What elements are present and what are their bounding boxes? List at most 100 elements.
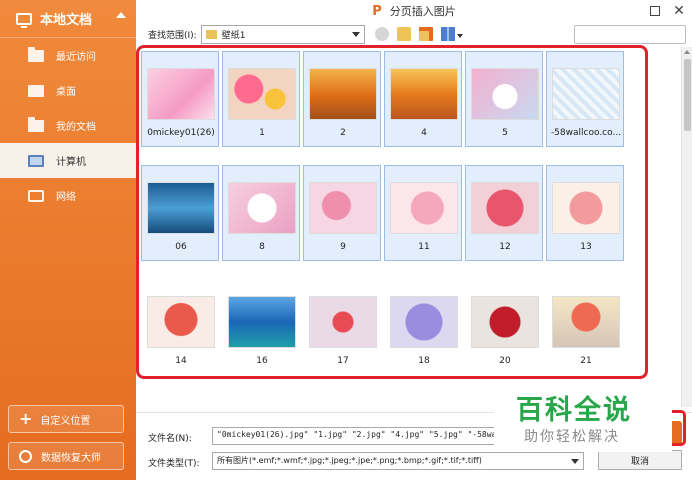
sidebar-item-label: 我的文档 (56, 122, 96, 133)
image-thumbnail (228, 68, 296, 120)
file-name: 2 (340, 128, 346, 138)
file-name: 5 (502, 128, 508, 138)
image-thumbnail (309, 182, 377, 234)
image-thumbnail (552, 182, 620, 234)
file-name: 20 (499, 356, 511, 366)
desktop-icon (28, 84, 44, 97)
file-name: 1 (259, 128, 265, 138)
file-name: 13 (580, 242, 592, 252)
file-name: -58wallcoo.co... (550, 128, 622, 138)
image-thumbnail (552, 68, 620, 120)
vertical-scrollbar[interactable] (681, 47, 692, 407)
documents-folder-icon (28, 116, 44, 132)
new-folder-icon[interactable] (418, 27, 433, 41)
file-item[interactable]: 13 (546, 165, 624, 261)
file-name: 18 (418, 356, 430, 366)
up-folder-icon[interactable] (396, 27, 411, 41)
maximize-button[interactable] (646, 2, 664, 20)
computer-icon (28, 154, 44, 167)
sidebar-item-label: 最近访问 (56, 52, 96, 63)
file-item[interactable]: 0mickey01(26) (141, 51, 219, 147)
view-mode-icon[interactable] (440, 27, 455, 41)
file-item[interactable]: 8 (222, 165, 300, 261)
file-item[interactable]: 12 (465, 165, 543, 261)
chevron-up-icon[interactable] (116, 12, 126, 18)
sidebar-header-label: 本地文档 (40, 13, 93, 28)
filetype-label: 文件类型(T): (148, 459, 200, 469)
filename-label: 文件名(N): (148, 434, 192, 444)
close-button[interactable]: ✕ (670, 2, 688, 20)
sidebar-item-label: 网络 (56, 192, 76, 203)
watermark-subtitle: 助你轻松解决 (524, 429, 620, 445)
file-item[interactable]: 14 (141, 279, 219, 375)
recovery-g-icon (19, 449, 32, 463)
filename-field[interactable]: "0mickey01(26).jpg" "1.jpg" "2.jpg" "4.j… (212, 427, 500, 445)
scrollbar-thumb[interactable] (684, 59, 691, 131)
file-item[interactable]: 4 (384, 51, 462, 147)
sidebar-item-desktop[interactable]: 桌面 (0, 73, 136, 108)
plus-icon: + (19, 409, 33, 428)
image-thumbnail (552, 296, 620, 348)
close-icon: ✕ (673, 3, 685, 19)
search-input[interactable] (574, 25, 686, 44)
image-thumbnail (390, 296, 458, 348)
image-thumbnail (390, 68, 458, 120)
computer-icon (16, 12, 32, 28)
view-dropdown-icon[interactable] (456, 34, 463, 38)
watermark-title: 百科全说 (516, 395, 632, 426)
file-item[interactable]: 1 (222, 51, 300, 147)
image-thumbnail (309, 68, 377, 120)
filetype-value: 所有图片(*.emf;*.wmf;*.jpg;*.jpeg;*.jpe;*.pn… (217, 456, 482, 465)
maximize-icon (650, 6, 660, 16)
current-folder-name: 壁纸1 (221, 30, 246, 41)
file-item[interactable]: 17 (303, 279, 381, 375)
file-name: 9 (340, 242, 346, 252)
file-item[interactable]: 06 (141, 165, 219, 261)
custom-location-button[interactable]: + 自定义位置 (8, 405, 124, 433)
file-name: 16 (256, 356, 268, 366)
file-name: 0mickey01(26) (147, 128, 215, 138)
title-bar: P 分页插入图片 (136, 0, 692, 22)
scroll-up-icon[interactable] (684, 50, 690, 54)
file-item[interactable]: 9 (303, 165, 381, 261)
file-name: 06 (175, 242, 187, 252)
sidebar-item-recent[interactable]: 最近访问 (0, 38, 136, 73)
file-name: 21 (580, 356, 592, 366)
file-item[interactable]: 21 (546, 279, 624, 375)
file-item[interactable]: 11 (384, 165, 462, 261)
sidebar-item-documents[interactable]: 我的文档 (0, 108, 136, 143)
lookin-dropdown[interactable]: 壁纸1 (200, 24, 365, 44)
image-thumbnail (228, 182, 296, 234)
back-icon[interactable] (374, 27, 389, 41)
file-name: 11 (418, 242, 430, 252)
watermark: 百科全说 助你轻松解决 (494, 380, 672, 452)
file-name: 4 (421, 128, 427, 138)
file-browser[interactable]: 0mickey01(26) 1 2 4 5 -58wallcoo.co... 06 8 9 11 1… (139, 47, 683, 387)
file-item[interactable]: 16 (222, 279, 300, 375)
chevron-down-icon (571, 459, 579, 464)
image-thumbnail (471, 296, 539, 348)
file-item[interactable]: -58wallcoo.co... (546, 51, 624, 147)
lookin-label: 查找范围(I): (148, 30, 197, 41)
image-thumbnail (147, 182, 215, 234)
recent-folder-icon (28, 46, 44, 62)
filetype-dropdown[interactable]: 所有图片(*.emf;*.wmf;*.jpg;*.jpeg;*.jpe;*.pn… (212, 452, 584, 470)
wps-logo-icon: P (372, 3, 382, 19)
sidebar-header[interactable]: 本地文档 (0, 0, 136, 38)
file-item[interactable]: 18 (384, 279, 462, 375)
file-item[interactable]: 20 (465, 279, 543, 375)
file-item[interactable]: 2 (303, 51, 381, 147)
sidebar-item-computer[interactable]: 计算机 (0, 143, 136, 178)
sidebar-item-label: 计算机 (56, 157, 86, 168)
sidebar-item-label: 桌面 (56, 87, 76, 98)
sidebar-item-network[interactable]: 网络 (0, 178, 136, 213)
cancel-button[interactable]: 取消 (598, 450, 682, 470)
toolbar: 查找范围(I): 壁纸1 (136, 24, 692, 44)
image-thumbnail (147, 296, 215, 348)
custom-location-label: 自定义位置 (40, 415, 91, 427)
window-title: 分页插入图片 (389, 5, 456, 18)
file-name: 12 (499, 242, 511, 252)
file-name: 14 (175, 356, 187, 366)
data-recovery-button[interactable]: 数据恢复大师 (8, 442, 124, 470)
file-item[interactable]: 5 (465, 51, 543, 147)
